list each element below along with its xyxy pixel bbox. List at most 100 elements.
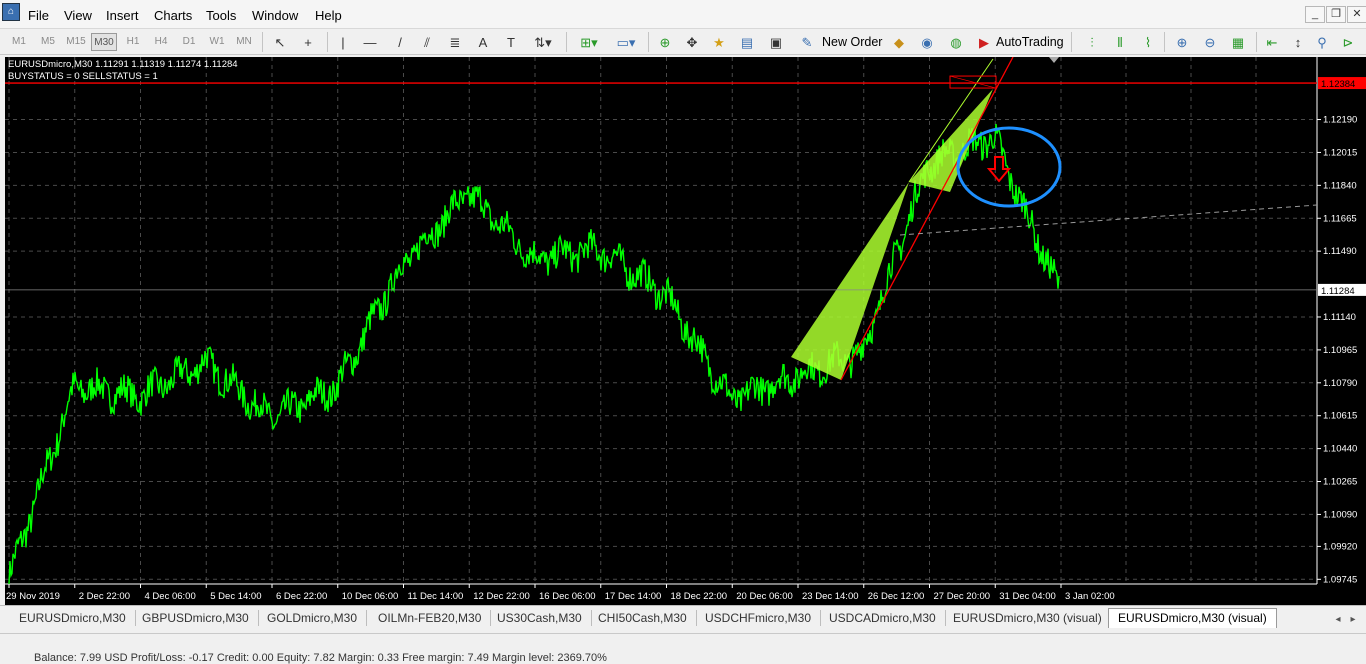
menu-insert[interactable]: Insert bbox=[106, 8, 139, 23]
price-chart[interactable]: 1.12190 1.12015 1.11840 1.11665 1.11490 1.111… bbox=[5, 57, 1366, 605]
time-axis-label: 27 Dec 20:00 bbox=[934, 591, 991, 602]
text-icon[interactable]: A bbox=[474, 33, 492, 52]
horizontal-line-icon[interactable]: — bbox=[360, 33, 380, 52]
channel-icon[interactable]: ⫽ bbox=[417, 33, 437, 52]
chart-canvas[interactable]: 1.12190 1.12015 1.11840 1.11665 1.11490 1.111… bbox=[5, 57, 1366, 605]
periods-icon[interactable]: ⊳ bbox=[1338, 33, 1358, 52]
price-axis-label: 1.10615 bbox=[1323, 411, 1357, 422]
price-axis-label: 1.11840 bbox=[1323, 180, 1357, 191]
tab-chart[interactable]: CHI50Cash,M30 bbox=[589, 610, 697, 626]
market-watch-icon[interactable]: ⊕ bbox=[655, 33, 675, 52]
menu-help[interactable]: Help bbox=[315, 8, 342, 23]
expert-status-line: BUYSTATUS = 0 SELLSTATUS = 1 bbox=[8, 71, 158, 82]
tab-chart[interactable]: USDCADmicro,M30 bbox=[820, 610, 946, 626]
new-order-button[interactable]: New Order bbox=[822, 33, 882, 52]
price-axis-label: 1.12190 bbox=[1323, 115, 1357, 126]
timeframe-m30[interactable]: M30 bbox=[91, 33, 117, 51]
strategy-tester-icon[interactable]: ▣ bbox=[766, 33, 786, 52]
close-icon[interactable]: ✕ bbox=[1347, 6, 1366, 23]
timeframe-h4[interactable]: H4 bbox=[148, 33, 174, 51]
timeframe-h1[interactable]: H1 bbox=[120, 33, 146, 51]
price-axis-label: 1.10090 bbox=[1323, 509, 1357, 520]
price-axis-label: 1.12015 bbox=[1323, 147, 1357, 158]
menu-file[interactable]: File bbox=[28, 8, 49, 23]
time-axis-label: 2 Dec 22:00 bbox=[79, 591, 130, 602]
indicators-icon[interactable]: ⚲ bbox=[1312, 33, 1332, 52]
timeframe-mn[interactable]: MN bbox=[231, 33, 257, 51]
chart-info: EURUSDmicro,M30 1.11291 1.11319 1.11274 … bbox=[8, 59, 238, 83]
crosshair-icon[interactable]: + bbox=[298, 33, 318, 52]
account-status-text: Balance: 7.99 USD Profit/Loss: -0.17 Cre… bbox=[34, 652, 607, 664]
time-axis-label: 12 Dec 22:00 bbox=[473, 591, 530, 602]
toolbar-separator bbox=[566, 32, 567, 52]
timeframe-d1[interactable]: D1 bbox=[176, 33, 202, 51]
time-axis-label: 18 Dec 22:00 bbox=[671, 591, 728, 602]
autoscroll-icon[interactable]: ↕ bbox=[1288, 33, 1308, 52]
tab-chart[interactable]: EURUSDmicro,M30 (visual) bbox=[944, 610, 1112, 626]
toolbar-separator bbox=[327, 32, 328, 52]
text-label-icon[interactable]: T bbox=[501, 33, 521, 52]
tab-chart[interactable]: OILMn-FEB20,M30 bbox=[369, 610, 492, 626]
restore-icon[interactable]: ❐ bbox=[1326, 6, 1346, 23]
cursor-icon[interactable]: ↖ bbox=[270, 33, 290, 52]
arrows-dropdown-icon[interactable]: ⇅▾ bbox=[530, 33, 556, 52]
market-icon[interactable]: ◍ bbox=[946, 33, 966, 52]
tab-chart[interactable]: US30Cash,M30 bbox=[488, 610, 592, 626]
zoom-in-icon[interactable]: ⊕ bbox=[1172, 33, 1192, 52]
trendline-icon[interactable]: / bbox=[390, 33, 410, 52]
autotrading-button[interactable]: AutoTrading bbox=[996, 33, 1064, 52]
signals-icon[interactable]: ◉ bbox=[917, 33, 937, 52]
price-axis-label: 1.09920 bbox=[1323, 541, 1357, 552]
vertical-line-icon[interactable]: | bbox=[335, 33, 351, 52]
price-axis-label: 1.09745 bbox=[1323, 574, 1357, 585]
timeframe-m1[interactable]: M1 bbox=[6, 33, 32, 51]
tab-chart[interactable]: USDCHFmicro,M30 bbox=[696, 610, 822, 626]
timeframe-m15[interactable]: M15 bbox=[63, 33, 89, 51]
tab-chart[interactable]: GOLDmicro,M30 bbox=[258, 610, 368, 626]
navigator-icon[interactable]: ★ bbox=[709, 33, 729, 52]
trend-line bbox=[840, 57, 1014, 381]
terminal-icon[interactable]: ▤ bbox=[737, 33, 757, 52]
tile-windows-icon[interactable]: ▦ bbox=[1228, 33, 1248, 52]
price-axis-label: 1.10965 bbox=[1323, 345, 1357, 356]
price-axis-label: 1.11490 bbox=[1323, 246, 1357, 257]
tab-chart[interactable]: GBPUSDmicro,M30 bbox=[133, 610, 259, 626]
new-chart-icon[interactable]: ⊞▾ bbox=[574, 33, 604, 52]
menu-view[interactable]: View bbox=[64, 8, 92, 23]
pattern-triangle bbox=[909, 89, 993, 192]
fibonacci-icon[interactable]: ≣ bbox=[445, 33, 465, 52]
toolbar-separator bbox=[1256, 32, 1257, 52]
app-logo-icon[interactable]: ⌂ bbox=[2, 3, 20, 21]
menu-bar: ⌂ File View Insert Charts Tools Window H… bbox=[0, 0, 1366, 29]
price-axis-label: 1.11140 bbox=[1323, 312, 1356, 323]
new-order-icon[interactable]: ✎ bbox=[798, 33, 816, 52]
tabs-scroll-left-icon[interactable]: ◂ bbox=[1331, 610, 1345, 629]
line-chart-icon[interactable]: ⌇ bbox=[1138, 33, 1158, 52]
menu-charts[interactable]: Charts bbox=[154, 8, 192, 23]
tabs-scroll-right-icon[interactable]: ▸ bbox=[1346, 610, 1360, 629]
bar-chart-icon[interactable]: ⫶ bbox=[1082, 33, 1102, 52]
candlestick-icon[interactable]: ⫴ bbox=[1110, 33, 1130, 52]
zoom-out-icon[interactable]: ⊖ bbox=[1200, 33, 1220, 52]
tab-chart-active[interactable]: EURUSDmicro,M30 (visual) bbox=[1108, 608, 1277, 628]
time-axis-label: 4 Dec 06:00 bbox=[145, 591, 196, 602]
timeframe-m5[interactable]: M5 bbox=[35, 33, 61, 51]
toolbar-separator bbox=[1071, 32, 1072, 52]
toolbar-separator bbox=[648, 32, 649, 52]
time-axis-label: 3 Jan 02:00 bbox=[1065, 591, 1115, 602]
time-axis-label: 6 Dec 22:00 bbox=[276, 591, 327, 602]
dashed-trend-line bbox=[899, 204, 1318, 236]
autotrading-icon[interactable]: ▶ bbox=[975, 33, 993, 52]
metaeditor-icon[interactable]: ◆ bbox=[889, 33, 909, 52]
level-marker-cross bbox=[949, 75, 997, 89]
chart-shift-icon[interactable]: ⇤ bbox=[1262, 33, 1282, 52]
data-window-icon[interactable]: ✥ bbox=[682, 33, 702, 52]
minimize-icon[interactable]: _ bbox=[1305, 6, 1325, 23]
profiles-icon[interactable]: ▭▾ bbox=[611, 33, 641, 52]
menu-window[interactable]: Window bbox=[252, 8, 298, 23]
menu-tools[interactable]: Tools bbox=[206, 8, 236, 23]
timeframe-w1[interactable]: W1 bbox=[204, 33, 230, 51]
toolbar-separator bbox=[262, 32, 263, 52]
tab-chart[interactable]: EURUSDmicro,M30 bbox=[10, 610, 136, 626]
resistance-price-label: 1.12384 bbox=[1321, 79, 1355, 90]
